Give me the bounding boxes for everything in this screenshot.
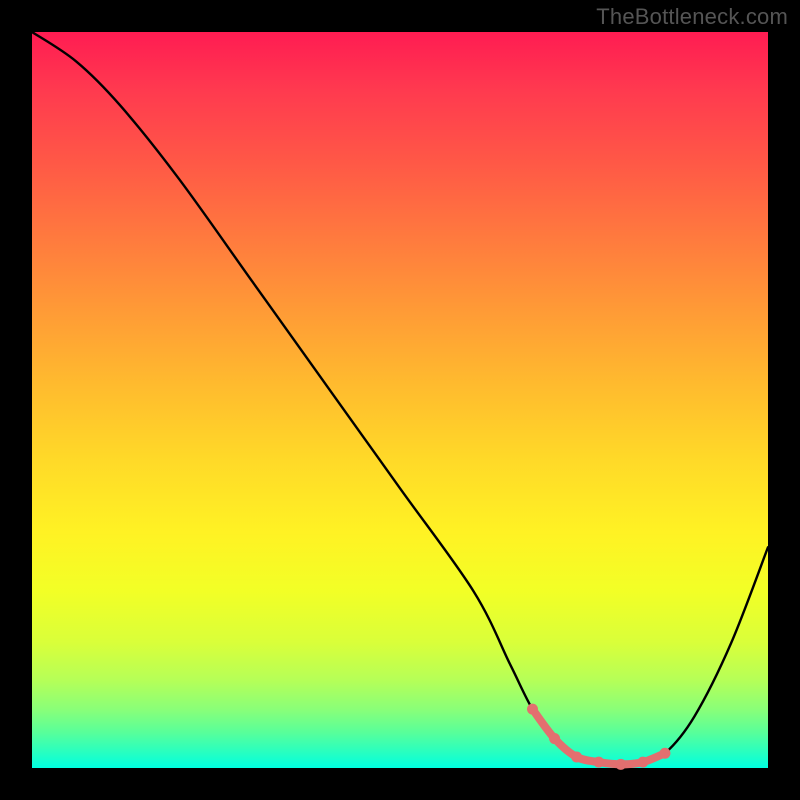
watermark-text: TheBottleneck.com bbox=[596, 4, 788, 30]
valley-point bbox=[549, 733, 560, 744]
valley-point bbox=[527, 704, 538, 715]
bottleneck-curve-path bbox=[32, 32, 768, 764]
valley-point bbox=[637, 757, 648, 768]
plot-area bbox=[32, 32, 768, 768]
valley-point bbox=[571, 751, 582, 762]
chart-frame: TheBottleneck.com bbox=[0, 0, 800, 800]
valley-point bbox=[615, 759, 626, 770]
valley-point bbox=[593, 757, 604, 768]
valley-point bbox=[659, 748, 670, 759]
curve-layer bbox=[32, 32, 768, 768]
